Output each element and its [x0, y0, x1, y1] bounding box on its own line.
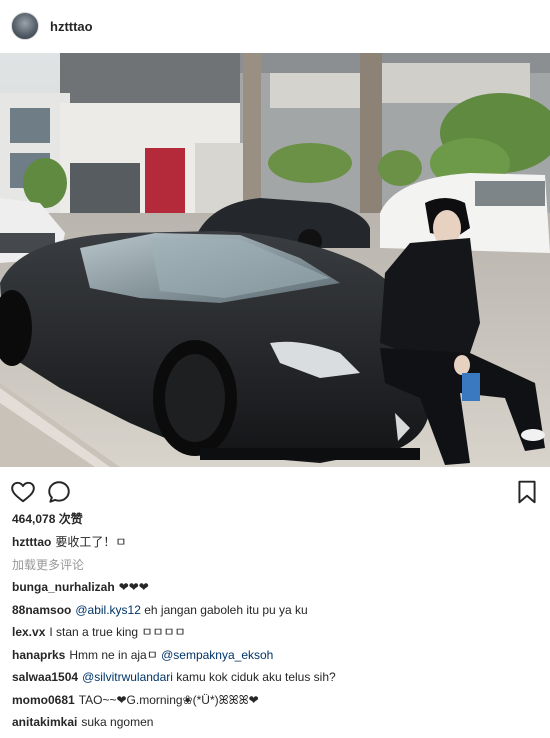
comment-item: bunga_nurhalizah ❤❤❤: [12, 580, 542, 603]
speech-bubble-icon[interactable]: [46, 479, 72, 505]
post-photo[interactable]: [0, 53, 550, 467]
comment-text: I stan a true king: [49, 625, 142, 639]
heart-outline-icon[interactable]: [10, 479, 36, 505]
comment-username[interactable]: bunga_nurhalizah: [12, 580, 115, 594]
comment-item: salwaa1504 @silvitrwulandari kamu kok cid…: [12, 670, 542, 693]
post-header: hztttao: [0, 0, 550, 52]
comment-item: lex.vx I stan a true king ㅁㅁㅁㅁ: [12, 625, 542, 648]
post-username[interactable]: hztttao: [50, 19, 93, 34]
comment-text: ❤❤❤: [118, 580, 149, 594]
comment-text: TAO~~❤G.morning❀(*Ü*)ꕤꕤꕤ❤: [78, 692, 259, 707]
comment-username[interactable]: lex.vx: [12, 625, 45, 639]
load-more-comments-link[interactable]: 加载更多评论: [12, 556, 84, 573]
post-caption: hztttao 要收工了！ㅁ: [12, 533, 126, 550]
comment-username[interactable]: momo0681: [12, 693, 75, 707]
comment-username[interactable]: salwaa1504: [12, 670, 78, 684]
comment-item: 88namsoo @abil.kys12 eh jangan gaboleh it…: [12, 603, 542, 626]
comment-username[interactable]: 88namsoo: [12, 603, 71, 617]
caption-text: 要收工了！ㅁ: [55, 535, 127, 549]
comment-mention-link[interactable]: @sempaknya_eksoh: [161, 648, 273, 662]
comment-username[interactable]: anitakimkai: [12, 715, 77, 729]
comment-item: hanaprks Hmm ne in ajaㅁ @sempaknya_eksoh: [12, 648, 542, 671]
comment-username[interactable]: hanaprks: [12, 648, 65, 662]
comment-mention-link[interactable]: @silvitrwulandari: [82, 670, 173, 684]
caption-username[interactable]: hztttao: [12, 535, 51, 549]
comment-text: eh jangan gaboleh itu pu ya ku: [140, 602, 308, 617]
action-bar: [0, 475, 550, 511]
comment-text: kamu kok ciduk aku telus sih?: [172, 670, 336, 684]
bookmark-icon[interactable]: [514, 479, 540, 505]
comment-item: momo0681 TAO~~❤G.morning❀(*Ü*)ꕤꕤꕤ❤: [12, 693, 542, 716]
comment-text: Hmm ne in ajaㅁ: [69, 647, 162, 662]
post-image: [0, 53, 550, 467]
comment-item: anitakimkai suka ngomen: [12, 715, 542, 738]
comment-text: suka ngomen: [81, 715, 154, 729]
avatar[interactable]: [11, 12, 39, 40]
comment-text-tail: ㅁㅁㅁㅁ: [141, 625, 186, 639]
likes-count[interactable]: 464,078 次赞: [12, 510, 83, 527]
comment-mention-link[interactable]: @abil.kys12: [75, 603, 141, 617]
